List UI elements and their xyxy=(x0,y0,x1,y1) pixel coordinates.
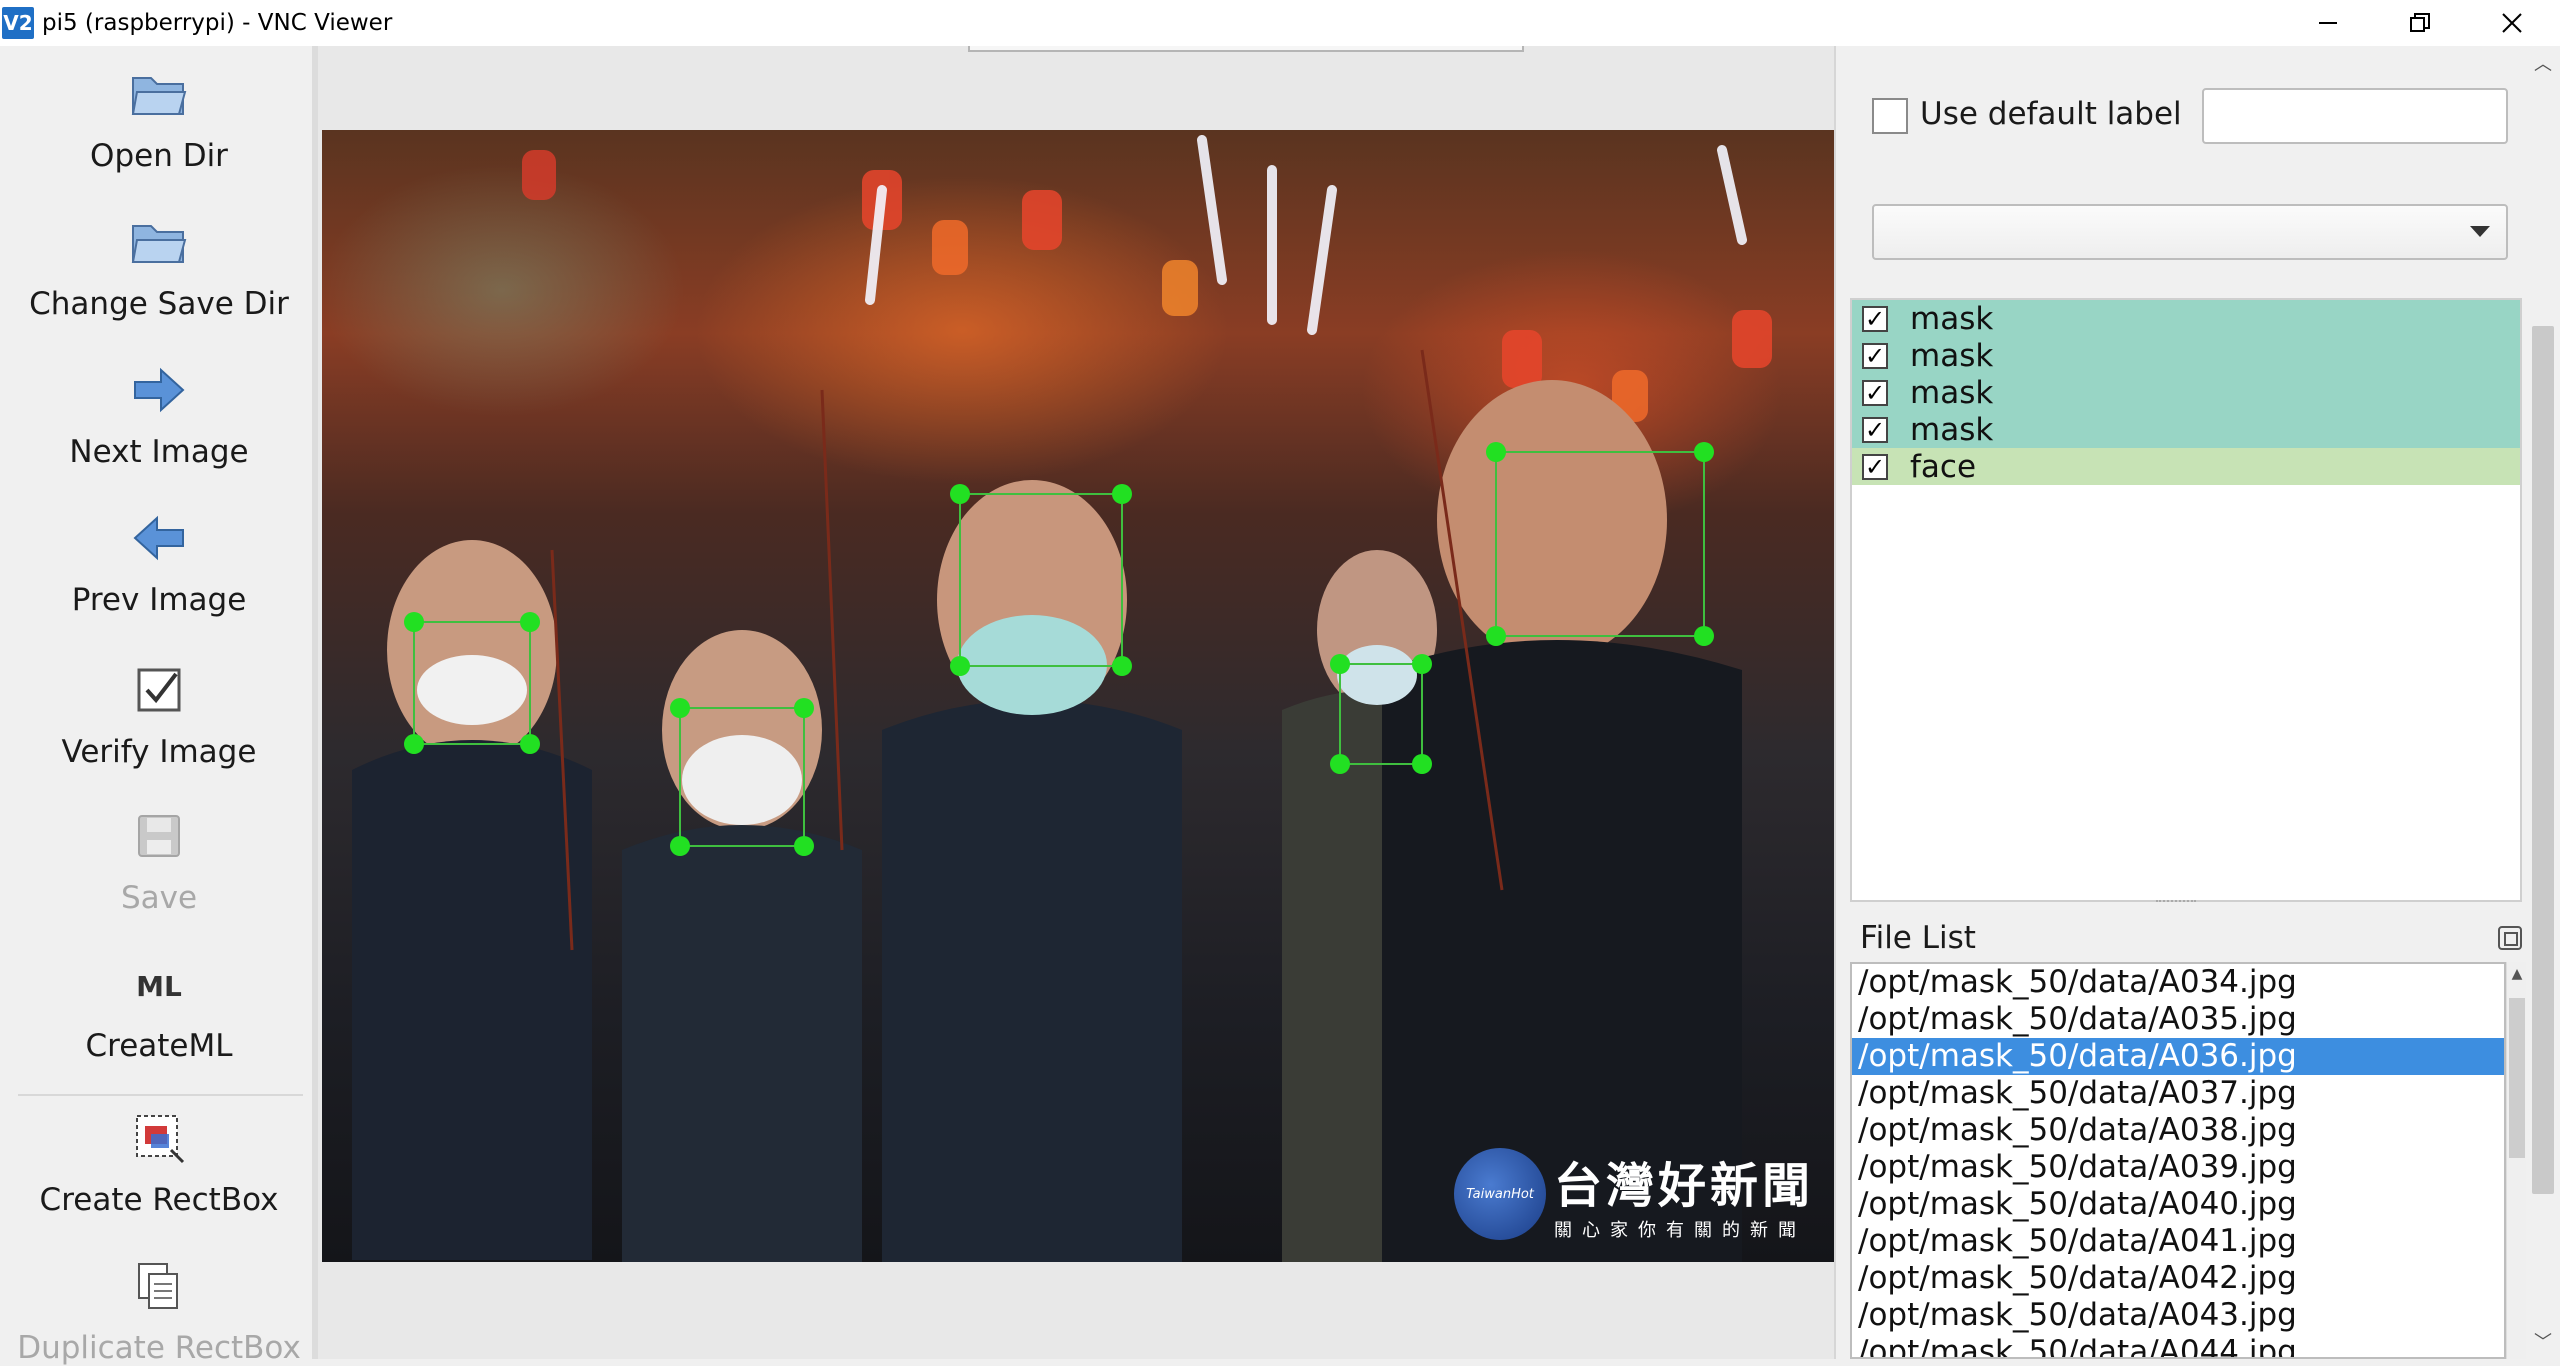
splitter-handle[interactable] xyxy=(2156,900,2196,904)
save-button[interactable]: Save xyxy=(0,804,318,916)
minimize-button[interactable] xyxy=(2282,0,2374,46)
duplicate-rectbox-icon xyxy=(127,1254,191,1318)
panel-scrollbar[interactable]: ︿ ﹀ xyxy=(2526,46,2560,1359)
close-button[interactable] xyxy=(2466,0,2558,46)
scroll-down-icon[interactable]: ﹀ xyxy=(2526,1328,2560,1358)
toolbar-separator xyxy=(18,1094,303,1096)
create-rectbox-label: Create RectBox xyxy=(39,1182,279,1218)
change-save-dir-button[interactable]: Change Save Dir xyxy=(0,210,318,322)
label-item-checkbox[interactable]: ✓ xyxy=(1862,305,1888,332)
folder-open-icon xyxy=(127,62,191,126)
prev-image-label: Prev Image xyxy=(71,582,247,618)
file-list[interactable]: /opt/mask_50/data/A034.jpg/opt/mask_50/d… xyxy=(1850,962,2506,1359)
prev-image-button[interactable]: Prev Image xyxy=(0,506,318,618)
duplicate-rectbox-button[interactable]: Duplicate RectBox xyxy=(0,1254,318,1366)
createml-label: CreateML xyxy=(85,1028,233,1064)
scroll-thumb[interactable] xyxy=(2509,998,2525,1158)
label-item[interactable]: ✓ mask xyxy=(1852,374,2520,411)
arrow-left-icon xyxy=(127,506,191,570)
next-image-button[interactable]: Next Image xyxy=(0,358,318,470)
file-list-item[interactable]: /opt/mask_50/data/A041.jpg xyxy=(1852,1223,2504,1260)
label-item-text: face xyxy=(1910,448,1977,485)
file-list-item[interactable]: /opt/mask_50/data/A040.jpg xyxy=(1852,1186,2504,1223)
save-label: Save xyxy=(120,880,198,916)
folder-open-icon xyxy=(127,210,191,274)
verify-image-label: Verify Image xyxy=(61,734,257,770)
title-bar: V2 pi5 (raspberrypi) - VNC Viewer xyxy=(0,0,2560,46)
right-panel: Use default label ✓ mask ✓ mask ✓ mask ✓ mask ✓ f… xyxy=(1834,46,2560,1359)
label-item-checkbox[interactable]: ✓ xyxy=(1862,379,1888,406)
svg-text:ML: ML xyxy=(136,970,182,1003)
file-list-item[interactable]: /opt/mask_50/data/A035.jpg xyxy=(1852,1001,2504,1038)
label-item-checkbox[interactable]: ✓ xyxy=(1862,342,1888,369)
label-item-checkbox[interactable]: ✓ xyxy=(1862,453,1888,480)
label-item-text: mask xyxy=(1910,411,1994,448)
restore-button[interactable] xyxy=(2374,0,2466,46)
createml-icon: ML xyxy=(127,952,191,1016)
label-item[interactable]: ✓ mask xyxy=(1852,300,2520,337)
file-list-scrollbar[interactable]: ▲ xyxy=(2506,962,2526,1359)
use-default-label-text: Use default label xyxy=(1920,96,2182,132)
label-item[interactable]: ✓ mask xyxy=(1852,411,2520,448)
vnc-app-icon: V2 xyxy=(2,7,34,39)
file-list-item[interactable]: /opt/mask_50/data/A038.jpg xyxy=(1852,1112,2504,1149)
news-watermark: TaiwanHot 台灣好新聞 關心家你有關的新聞 xyxy=(1454,1146,1814,1242)
use-default-label-checkbox[interactable] xyxy=(1872,98,1908,134)
window-title: pi5 (raspberrypi) - VNC Viewer xyxy=(42,10,393,36)
canvas-top-handle xyxy=(968,46,1524,52)
open-dir-button[interactable]: Open Dir xyxy=(0,62,318,174)
chevron-down-icon xyxy=(2470,226,2490,237)
tool-bar: Open Dir Change Save Dir Next Image Prev… xyxy=(0,46,318,1366)
file-list-item[interactable]: /opt/mask_50/data/A039.jpg xyxy=(1852,1149,2504,1186)
minimize-icon xyxy=(2319,22,2337,24)
undock-icon[interactable] xyxy=(2498,926,2522,950)
arrow-right-icon xyxy=(127,358,191,422)
checkbox-verify-icon xyxy=(127,658,191,722)
label-list[interactable]: ✓ mask ✓ mask ✓ mask ✓ mask ✓ face xyxy=(1850,298,2522,902)
file-list-item[interactable]: /opt/mask_50/data/A044.jpg xyxy=(1852,1334,2504,1357)
label-item-text: mask xyxy=(1910,374,1994,411)
label-item[interactable]: ✓ face xyxy=(1852,448,2520,485)
duplicate-rectbox-label: Duplicate RectBox xyxy=(17,1330,301,1366)
scroll-up-icon[interactable]: ︿ xyxy=(2526,50,2560,80)
image-canvas[interactable]: TaiwanHot 台灣好新聞 關心家你有關的新聞 xyxy=(318,46,1834,1359)
scroll-up-icon[interactable]: ▲ xyxy=(2507,966,2527,982)
label-combobox[interactable] xyxy=(1872,204,2508,260)
default-label-input[interactable] xyxy=(2202,88,2508,144)
file-list-item[interactable]: /opt/mask_50/data/A043.jpg xyxy=(1852,1297,2504,1334)
label-item[interactable]: ✓ mask xyxy=(1852,337,2520,374)
label-item-text: mask xyxy=(1910,337,1994,374)
create-rectbox-button[interactable]: Create RectBox xyxy=(0,1106,318,1218)
change-save-dir-label: Change Save Dir xyxy=(29,286,289,322)
next-image-label: Next Image xyxy=(69,434,249,470)
watermark-main-text: 台灣好新聞 xyxy=(1554,1158,1815,1214)
annotated-photo[interactable]: TaiwanHot 台灣好新聞 關心家你有關的新聞 xyxy=(322,130,1834,1262)
news-logo: TaiwanHot xyxy=(1454,1148,1546,1240)
file-list-item[interactable]: /opt/mask_50/data/A034.jpg xyxy=(1852,964,2504,1001)
label-item-text: mask xyxy=(1910,300,1994,337)
create-rectbox-icon xyxy=(127,1106,191,1170)
file-list-item[interactable]: /opt/mask_50/data/A042.jpg xyxy=(1852,1260,2504,1297)
watermark-sub-text: 關心家你有關的新聞 xyxy=(1554,1220,1806,1241)
close-icon xyxy=(2502,13,2522,33)
open-dir-label: Open Dir xyxy=(90,138,228,174)
scroll-thumb[interactable] xyxy=(2532,326,2554,1194)
file-list-title: File List xyxy=(1860,920,1976,956)
createml-button[interactable]: ML CreateML xyxy=(0,952,318,1064)
label-item-checkbox[interactable]: ✓ xyxy=(1862,416,1888,443)
save-disk-icon xyxy=(127,804,191,868)
restore-icon xyxy=(2410,13,2430,32)
file-list-item[interactable]: /opt/mask_50/data/A036.jpg xyxy=(1852,1038,2504,1075)
file-list-item[interactable]: /opt/mask_50/data/A037.jpg xyxy=(1852,1075,2504,1112)
verify-image-button[interactable]: Verify Image xyxy=(0,658,318,770)
panel-divider[interactable] xyxy=(1834,46,1836,1359)
